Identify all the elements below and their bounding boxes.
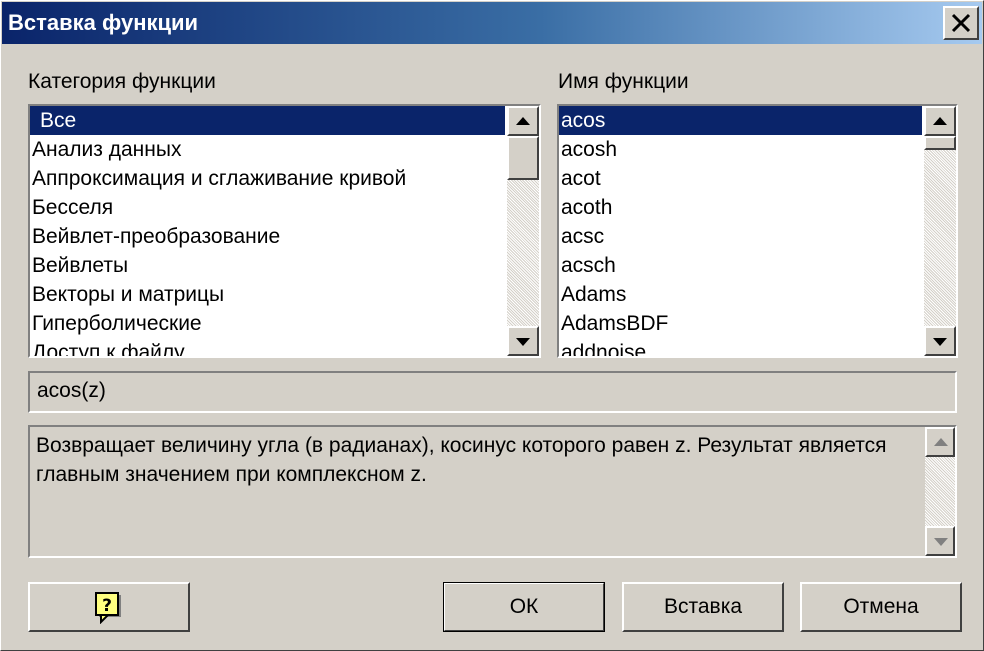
category-listbox[interactable]: Все Анализ данных Аппроксимация и сглажи… (28, 104, 541, 358)
category-scrollbar[interactable] (507, 106, 539, 356)
list-item[interactable]: AdamsBDF (559, 309, 922, 338)
list-item[interactable]: Аппроксимация и сглаживание кривой (30, 164, 505, 193)
list-item[interactable]: Вейвлет-преобразование (30, 222, 505, 251)
title-bar[interactable]: Вставка функции (2, 2, 982, 44)
close-icon (951, 13, 971, 33)
list-item[interactable]: Анализ данных (30, 135, 505, 164)
window-title: Вставка функции (8, 10, 199, 35)
list-item[interactable]: Гиперболические (30, 309, 505, 338)
arrow-down-icon (933, 338, 947, 346)
category-list: Все Анализ данных Аппроксимация и сглажи… (30, 106, 505, 356)
arrow-down-icon (934, 538, 948, 546)
arrow-up-icon (934, 438, 948, 446)
scroll-thumb[interactable] (924, 136, 956, 150)
scroll-up-button[interactable] (925, 427, 955, 457)
list-item[interactable]: addnoise (559, 338, 922, 356)
scroll-down-button[interactable] (507, 326, 539, 356)
cancel-button[interactable]: Отмена (800, 582, 962, 632)
list-item[interactable]: acos (559, 106, 922, 135)
insert-button[interactable]: Вставка (622, 582, 784, 632)
list-item[interactable]: acsc (559, 222, 922, 251)
help-button[interactable]: ? (28, 582, 190, 632)
list-item[interactable]: Векторы и матрицы (30, 280, 505, 309)
list-item[interactable]: Adams (559, 280, 922, 309)
function-description: Возвращает величину угла (в радианах), к… (36, 434, 887, 486)
help-icon: ? (95, 592, 121, 624)
list-item[interactable]: acoth (559, 193, 922, 222)
scroll-up-button[interactable] (507, 106, 539, 136)
list-item[interactable]: Бесселя (30, 193, 505, 222)
scroll-down-button[interactable] (925, 526, 955, 556)
close-button[interactable] (943, 6, 979, 40)
list-item[interactable]: Все (30, 106, 505, 135)
description-scrollbar[interactable] (925, 427, 955, 556)
arrow-up-icon (933, 117, 947, 125)
function-description-box: Возвращает величину угла (в радианах), к… (28, 425, 957, 558)
function-signature-box: acos(z) (28, 371, 957, 413)
insert-function-dialog: Вставка функции Категория функции Имя фу… (0, 0, 984, 651)
function-name-listbox[interactable]: acos acosh acot acoth acsc acsch Adams A… (557, 104, 958, 358)
list-item[interactable]: Доступ к файлу (30, 338, 505, 356)
category-label: Категория функции (28, 70, 216, 93)
scroll-down-button[interactable] (924, 326, 956, 356)
function-name-list: acos acosh acot acoth acsc acsch Adams A… (559, 106, 922, 356)
arrow-down-icon (516, 338, 530, 346)
list-item[interactable]: acot (559, 164, 922, 193)
list-item[interactable]: Вейвлеты (30, 251, 505, 280)
svg-text:?: ? (102, 596, 112, 616)
scroll-thumb[interactable] (507, 136, 539, 180)
scroll-up-button[interactable] (924, 106, 956, 136)
arrow-up-icon (516, 117, 530, 125)
ok-button[interactable]: ОК (443, 582, 605, 632)
list-item[interactable]: acosh (559, 135, 922, 164)
list-item[interactable]: acsch (559, 251, 922, 280)
function-name-label: Имя функции (558, 70, 689, 93)
function-name-scrollbar[interactable] (924, 106, 956, 356)
function-signature: acos(z) (37, 379, 106, 402)
